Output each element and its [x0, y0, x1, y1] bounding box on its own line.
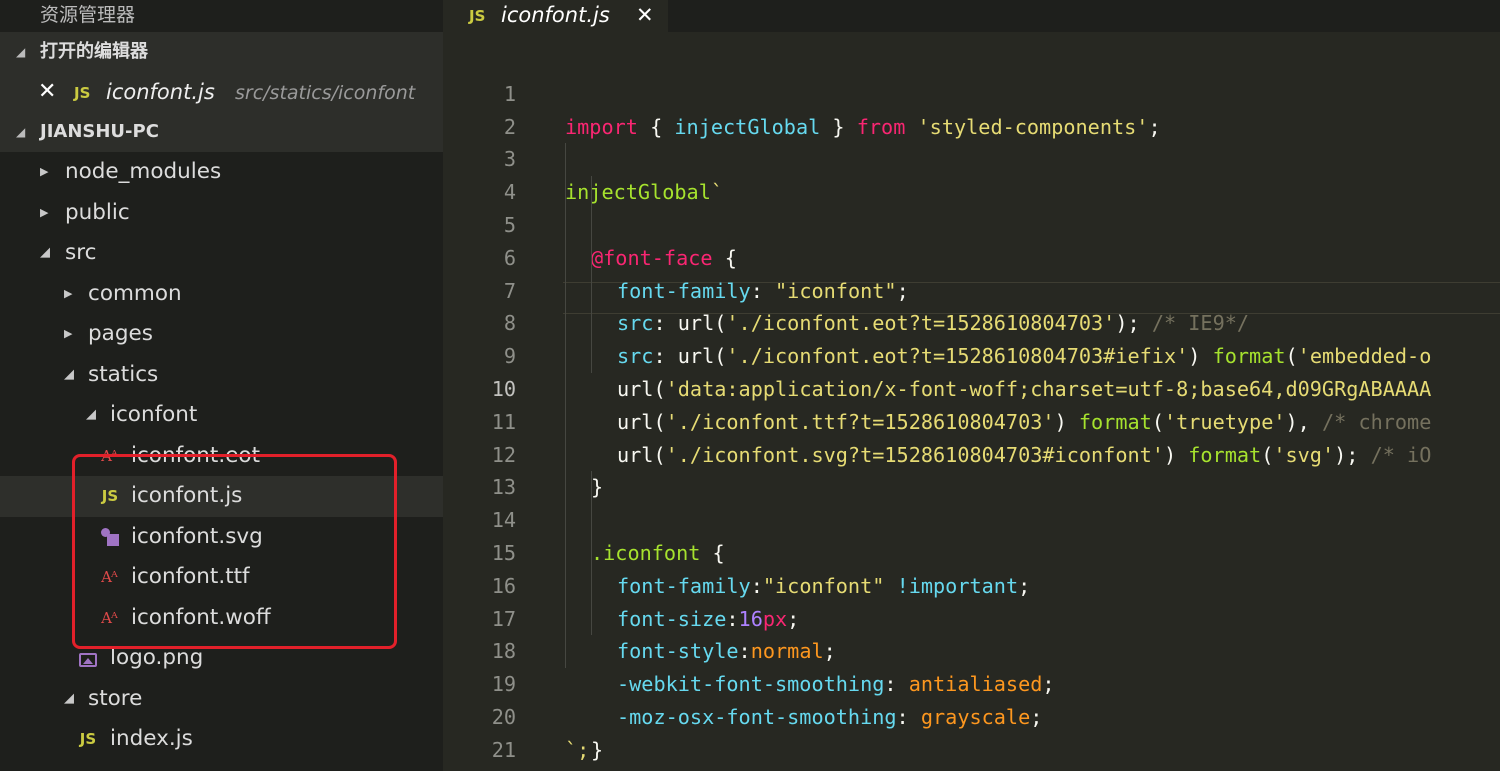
collapse-arrow-icon: ◢ — [16, 125, 26, 139]
collapse-arrow-icon: ◢ — [64, 366, 74, 382]
code-area[interactable]: 1 import { injectGlobal } from 'styled-c… — [443, 45, 1500, 771]
font-file-icon: Aᴬ — [101, 608, 118, 627]
code-editor: JS iconfont.js ✕ 1 import { injectGlobal… — [443, 0, 1500, 771]
tree-label: iconfont.ttf — [131, 564, 250, 589]
collapse-arrow-icon: ◢ — [64, 690, 74, 706]
tab-iconfont-js[interactable]: JS iconfont.js ✕ — [443, 0, 668, 32]
vscode-window: 资源管理器 ◢ 打开的编辑器 ✕ JS iconfont.js src/stat… — [0, 0, 1500, 771]
expand-arrow-icon: ▶ — [64, 327, 73, 340]
tree-label: store — [88, 685, 143, 711]
code-line: 5 font-family: "iconfont"; — [443, 176, 1500, 303]
open-editor-path: src/statics/iconfont — [235, 82, 416, 104]
js-file-icon: JS — [469, 7, 486, 25]
image-file-icon — [77, 638, 99, 678]
tree-folder-store[interactable]: ◢ store — [0, 679, 443, 720]
code-line: 2 — [443, 78, 1500, 139]
tree-folder-src[interactable]: ◢ src — [0, 233, 443, 274]
code-line: 19 } — [443, 635, 1500, 762]
code-line: 16 font-style:normal; — [443, 536, 1500, 663]
tree-file-logo-png[interactable]: logo.png — [0, 638, 443, 679]
open-editor-item[interactable]: ✕ JS iconfont.js src/statics/iconfont — [0, 72, 443, 112]
tree-label: iconfont.eot — [131, 442, 260, 468]
explorer-title: 资源管理器 — [40, 4, 136, 26]
tree-folder-node-modules[interactable]: ▶ node_modules — [0, 152, 443, 193]
code-line: 11 } — [443, 372, 1500, 499]
code-line: 12 — [443, 405, 1500, 467]
tree-folder-statics[interactable]: ◢ statics — [0, 355, 443, 396]
font-file-icon: Aᴬ — [101, 446, 118, 465]
tree-file-iconfont-ttf[interactable]: Aᴬ iconfont.ttf — [0, 557, 443, 598]
expand-arrow-icon: ▶ — [40, 165, 49, 178]
expand-arrow-icon: ▶ — [40, 205, 49, 219]
tree-folder-iconfont[interactable]: ◢ iconfont — [0, 395, 443, 436]
tree-file-iconfont-svg[interactable]: iconfont.svg — [0, 517, 443, 558]
font-file-icon: Aᴬ — [101, 568, 118, 586]
open-editors-label: 打开的编辑器 — [40, 41, 148, 62]
code-line: 18 -moz-osx-font-smoothing: grayscale; — [443, 602, 1500, 729]
open-editor-filename: iconfont.js — [106, 80, 215, 104]
code-line: 21 — [443, 701, 1500, 762]
tree-folder-pages[interactable]: ▶ pages — [0, 314, 443, 355]
code-line: 8 url('data:application/x-font-woff;char… — [443, 274, 1500, 401]
code-line: 17 -webkit-font-smoothing: antialiased; — [443, 569, 1500, 696]
code-line: 6 src: url('./iconfont.eot?t=15286108047… — [443, 208, 1500, 335]
code-line: 15 font-size:16px; — [443, 504, 1500, 631]
tab-label: iconfont.js — [501, 3, 610, 27]
close-icon[interactable]: ✕ — [38, 72, 56, 112]
tree-label: iconfont.js — [131, 483, 243, 508]
code-line: 13 .iconfont { — [443, 438, 1500, 565]
tree-label: iconfont.woff — [131, 604, 271, 630]
code-line-current: 10 url('./iconfont.svg?t=1528610804703#i… — [443, 340, 1500, 467]
collapse-arrow-icon: ◢ — [40, 245, 50, 260]
tree-label: pages — [88, 321, 153, 346]
svg-file-icon — [99, 517, 121, 557]
tree-label: statics — [88, 361, 159, 387]
line-number: 22 — [443, 767, 516, 771]
tree-file-iconfont-eot[interactable]: Aᴬ iconfont.eot — [0, 436, 443, 477]
close-icon[interactable]: ✕ — [636, 0, 654, 30]
tree-file-iconfont-woff[interactable]: Aᴬ iconfont.woff — [0, 598, 443, 639]
js-file-icon: JS — [79, 730, 97, 748]
tree-folder-public[interactable]: ▶ public — [0, 193, 443, 234]
tree-label: iconfont.svg — [131, 523, 263, 549]
code-line: 14 font-family:"iconfont" !important; — [443, 471, 1500, 598]
project-label: JIANSHU-PC — [40, 121, 159, 142]
tree-label: logo.png — [110, 645, 204, 670]
tree-file-iconfont-js[interactable]: JS iconfont.js — [0, 476, 443, 517]
expand-arrow-icon: ▶ — [64, 286, 73, 300]
tree-label: index.js — [110, 726, 193, 751]
tree-label: node_modules — [65, 159, 222, 184]
tree-label: iconfont — [110, 402, 198, 427]
tree-folder-common[interactable]: ▶ common — [0, 274, 443, 315]
tree-label: src — [65, 240, 97, 265]
code-line: 7 src: url('./iconfont.eot?t=15286108047… — [443, 241, 1500, 368]
code-line: 4 @font-face { — [443, 143, 1500, 270]
open-editors-header[interactable]: ◢ 打开的编辑器 — [0, 32, 443, 72]
file-tree: ▶ node_modules ▶ public ◢ src ▶ common ▶… — [0, 152, 443, 760]
code-line: 1 import { injectGlobal } from 'styled-c… — [443, 45, 1500, 139]
js-file-icon: JS — [101, 487, 119, 505]
code-line: 3 injectGlobal` — [443, 111, 1500, 204]
code-line: 20 `; — [443, 668, 1500, 762]
tree-label: public — [65, 199, 130, 225]
collapse-arrow-icon: ◢ — [16, 45, 26, 59]
code-line: 9 url('./iconfont.ttf?t=1528610804703') … — [443, 307, 1500, 434]
tree-label: common — [88, 280, 182, 306]
tree-file-index-js[interactable]: JS index.js — [0, 719, 443, 760]
code-line: 22 — [443, 734, 1500, 771]
collapse-arrow-icon: ◢ — [86, 407, 96, 422]
js-file-icon: JS — [74, 84, 91, 102]
project-header[interactable]: ◢ JIANSHU-PC — [0, 112, 443, 152]
explorer-sidebar: 资源管理器 ◢ 打开的编辑器 ✕ JS iconfont.js src/stat… — [0, 0, 443, 771]
tab-bar: JS iconfont.js ✕ — [443, 0, 1500, 32]
